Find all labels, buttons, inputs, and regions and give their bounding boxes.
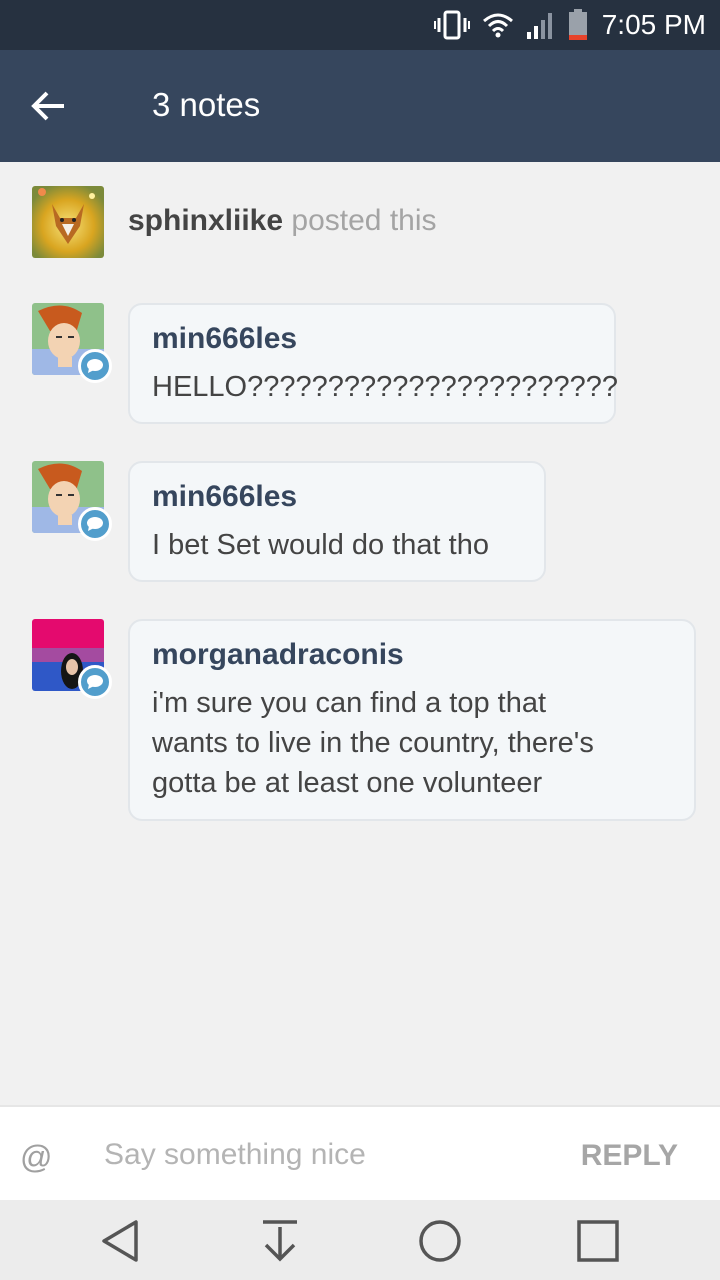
system-nav-bar	[0, 1200, 720, 1280]
note-bubble: min666les HELLO???????????????????????	[128, 303, 619, 424]
reply-badge	[78, 665, 112, 699]
wifi-icon	[482, 13, 513, 38]
nav-home-button[interactable]	[415, 1216, 465, 1266]
note-username[interactable]: min666les	[152, 319, 592, 359]
note-username[interactable]: morganadraconis	[152, 635, 672, 675]
avatar[interactable]	[32, 303, 112, 383]
speech-bubble-icon	[87, 675, 103, 689]
back-button[interactable]	[20, 78, 76, 134]
status-time: 7:05 PM	[601, 9, 706, 40]
posted-label: posted this	[291, 204, 437, 237]
recents-square-icon	[577, 1220, 619, 1262]
reply-badge	[78, 349, 112, 383]
home-circle-icon	[419, 1220, 461, 1262]
reply-input[interactable]	[104, 1129, 564, 1181]
note-bubble: morganadraconis i'm sure you can find a …	[128, 619, 696, 821]
post-attribution: sphinxliike posted this	[128, 204, 437, 238]
reply-button[interactable]: REPLY	[581, 1139, 678, 1173]
mention-button[interactable]: @	[20, 1139, 52, 1176]
nav-download-button[interactable]	[255, 1216, 305, 1266]
page-title: 3 notes	[152, 86, 261, 123]
back-triangle-icon	[102, 1220, 138, 1262]
nav-back-button[interactable]	[95, 1216, 145, 1266]
battery-icon	[568, 9, 587, 40]
fox-avatar-image	[32, 186, 104, 258]
note-bubble: min666les I bet Set would do that tho	[128, 461, 546, 582]
note-username[interactable]: min666les	[152, 477, 522, 517]
note-text: I bet Set would do that tho	[152, 529, 489, 561]
back-arrow-icon	[31, 91, 64, 121]
reply-badge	[78, 507, 112, 541]
status-bar: 7:05 PM	[0, 0, 720, 50]
avatar[interactable]	[32, 461, 112, 541]
avatar[interactable]	[32, 186, 104, 258]
speech-bubble-icon	[87, 359, 103, 373]
download-icon	[263, 1220, 297, 1262]
status-icons: 7:05 PM	[433, 8, 706, 42]
app-bar: 3 notes	[0, 50, 720, 162]
reply-bar: @ REPLY	[0, 1105, 720, 1200]
vibrate-icon	[433, 10, 470, 40]
signal-icon	[526, 13, 552, 39]
avatar[interactable]	[32, 619, 112, 699]
note-text: HELLO???????????????????????	[152, 371, 619, 403]
note-username[interactable]: sphinxliike	[128, 204, 283, 237]
nav-recents-button[interactable]	[573, 1216, 623, 1266]
note-text: i'm sure you can find a top that wants t…	[152, 687, 594, 799]
speech-bubble-icon	[87, 517, 103, 531]
